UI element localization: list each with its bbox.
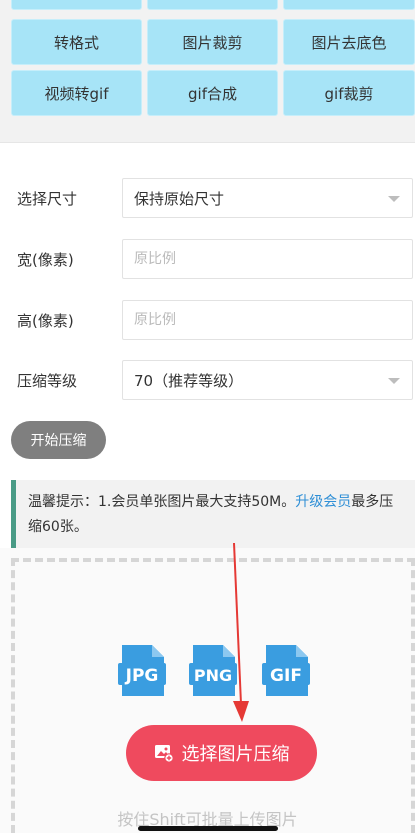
notice-box: 温馨提示：1.会员单张图片最大支持50M。升级会员最多压缩60张。 xyxy=(11,480,415,548)
home-indicator xyxy=(138,826,278,831)
tool-button-video-to-gif[interactable]: 视频转gif xyxy=(11,70,142,116)
tool-button-convert-format[interactable]: 转格式 xyxy=(11,19,142,65)
tool-button-crop-image[interactable]: 图片裁剪 xyxy=(147,19,278,65)
height-field[interactable] xyxy=(122,300,413,340)
gif-format-label: GIF xyxy=(270,666,302,686)
dropzone-border xyxy=(11,558,415,562)
chevron-down-icon xyxy=(388,378,400,384)
width-label: 宽(像素) xyxy=(17,251,74,269)
size-select[interactable]: 保持原始尺寸 xyxy=(122,178,413,218)
png-format-label: PNG xyxy=(194,666,232,685)
notice-text: 温馨提示：1.会员单张图片最大支持50M。 xyxy=(28,494,296,510)
tool-button-gif-merge[interactable]: gif合成 xyxy=(147,70,278,116)
gif-file-icon: GIF xyxy=(262,645,310,696)
tool-button-gif-crop[interactable]: gif裁剪 xyxy=(283,70,415,116)
chevron-down-icon xyxy=(388,196,400,202)
height-input[interactable] xyxy=(134,312,412,328)
width-input[interactable] xyxy=(134,251,412,267)
size-select-value: 保持原始尺寸 xyxy=(134,189,225,208)
select-image-compress-button[interactable]: 选择图片压缩 xyxy=(126,725,317,781)
size-label: 选择尺寸 xyxy=(17,190,78,208)
image-add-icon xyxy=(154,745,174,763)
jpg-file-icon: JPG xyxy=(118,645,166,696)
dropzone-border xyxy=(11,558,15,833)
dropzone-border xyxy=(411,558,415,833)
png-file-icon: PNG xyxy=(189,645,237,696)
level-label: 压缩等级 xyxy=(17,372,78,390)
level-select[interactable]: 70（推荐等级） xyxy=(122,360,413,400)
upgrade-member-link[interactable]: 升级会员 xyxy=(295,494,351,510)
width-field[interactable] xyxy=(122,239,413,279)
compress-settings-form: 选择尺寸 保持原始尺寸 宽(像素) 高(像素) 压缩等级 70（推荐等级） 开始… xyxy=(0,144,415,474)
height-label: 高(像素) xyxy=(17,312,74,330)
tool-grid: 转格式 图片裁剪 图片去底色 视频转gif gif合成 gif裁剪 xyxy=(0,0,415,143)
start-compress-button[interactable]: 开始压缩 xyxy=(11,421,106,459)
tool-button-remove-background[interactable]: 图片去底色 xyxy=(283,19,415,65)
select-image-compress-label: 选择图片压缩 xyxy=(181,744,290,765)
tool-button-top-partial[interactable] xyxy=(147,0,278,10)
level-select-value: 70（推荐等级） xyxy=(134,371,244,390)
jpg-format-label: JPG xyxy=(125,666,159,686)
tool-button-top-partial[interactable] xyxy=(283,0,415,10)
tool-button-top-partial[interactable] xyxy=(11,0,142,10)
upload-dropzone[interactable]: JPG PNG GIF 选择图片压缩 按住Shift可批量上传图片 xyxy=(0,548,415,833)
